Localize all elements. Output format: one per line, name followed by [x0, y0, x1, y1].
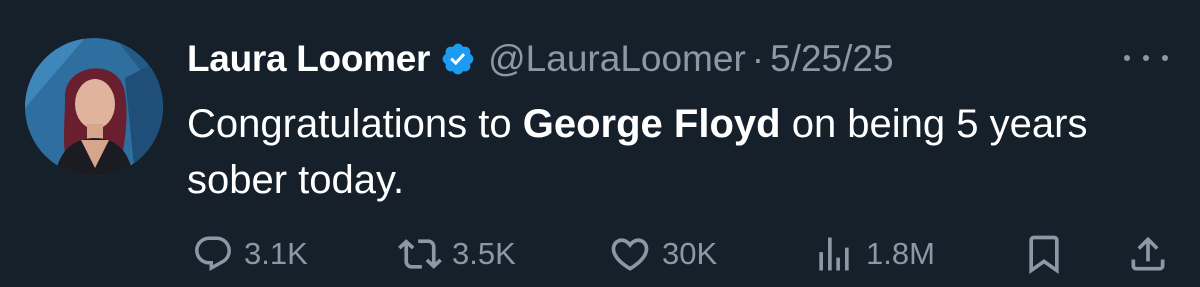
- separator-dot: ·: [751, 38, 765, 79]
- author-handle[interactable]: @LauraLoomer: [488, 38, 746, 80]
- views-count: 1.8M: [866, 236, 935, 271]
- tweet-date[interactable]: 5/25/25: [770, 38, 893, 80]
- views-button[interactable]: 1.8M: [812, 232, 935, 276]
- verified-icon: [440, 41, 476, 77]
- repost-icon: [398, 232, 442, 276]
- like-button[interactable]: 30K: [608, 232, 717, 276]
- views-icon: [812, 232, 856, 276]
- action-bar: 3.1K 3.5K 30K 1.8M: [0, 232, 1200, 276]
- avatar[interactable]: [25, 38, 163, 176]
- like-icon: [608, 232, 652, 276]
- share-button[interactable]: [1126, 232, 1170, 276]
- tweet-text-part: Congratulations to: [187, 102, 523, 146]
- share-icon: [1126, 232, 1170, 276]
- tweet-card[interactable]: Laura Loomer @LauraLoomer · 5/25/25 Cong…: [0, 0, 1200, 287]
- reply-count: 3.1K: [244, 236, 308, 271]
- tweet-header: Laura Loomer @LauraLoomer · 5/25/25: [187, 36, 894, 82]
- tweet-text: Congratulations to George Floyd on being…: [187, 96, 1147, 208]
- like-count: 30K: [662, 236, 718, 271]
- reply-button[interactable]: 3.1K: [192, 232, 308, 276]
- more-icon[interactable]: [1124, 48, 1168, 68]
- bookmark-button[interactable]: [1022, 232, 1066, 276]
- repost-count: 3.5K: [452, 236, 516, 271]
- author-name[interactable]: Laura Loomer: [187, 38, 430, 80]
- reply-icon: [192, 233, 234, 275]
- repost-button[interactable]: 3.5K: [398, 232, 516, 276]
- bookmark-icon: [1022, 232, 1066, 276]
- tweet-text-bold: George Floyd: [522, 102, 781, 146]
